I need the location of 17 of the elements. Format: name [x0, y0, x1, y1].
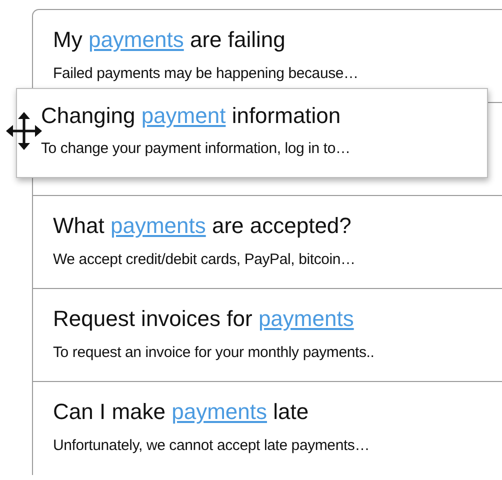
item-title: My payments are failing	[53, 27, 286, 53]
item-summary: We accept credit/debit cards, PayPal, bitcoin…	[53, 250, 356, 269]
title-link[interactable]: payments	[88, 27, 184, 52]
item-title: Changing payment information	[41, 103, 341, 129]
item-summary: Failed payments may be happening because…	[53, 64, 358, 83]
item-summary: To request an invoice for your monthly payments..	[53, 343, 374, 362]
title-link[interactable]: payments	[172, 399, 267, 424]
title-link[interactable]: payments	[110, 213, 206, 238]
item-title: Request invoices for payments	[53, 306, 354, 332]
title-link[interactable]: payment	[141, 103, 226, 128]
item-title: Can I make payments late	[53, 399, 309, 425]
item-summary: To change your payment information, log in to…	[41, 139, 350, 158]
title-link[interactable]: payments	[258, 306, 354, 331]
dragged-card[interactable]: Changing payment information To change your payment information, log in to…	[16, 88, 488, 178]
item-title: What payments are accepted?	[53, 213, 352, 239]
item-summary: Unfortunately, we cannot accept late payments…	[53, 436, 370, 455]
move-cursor-icon	[6, 112, 42, 150]
